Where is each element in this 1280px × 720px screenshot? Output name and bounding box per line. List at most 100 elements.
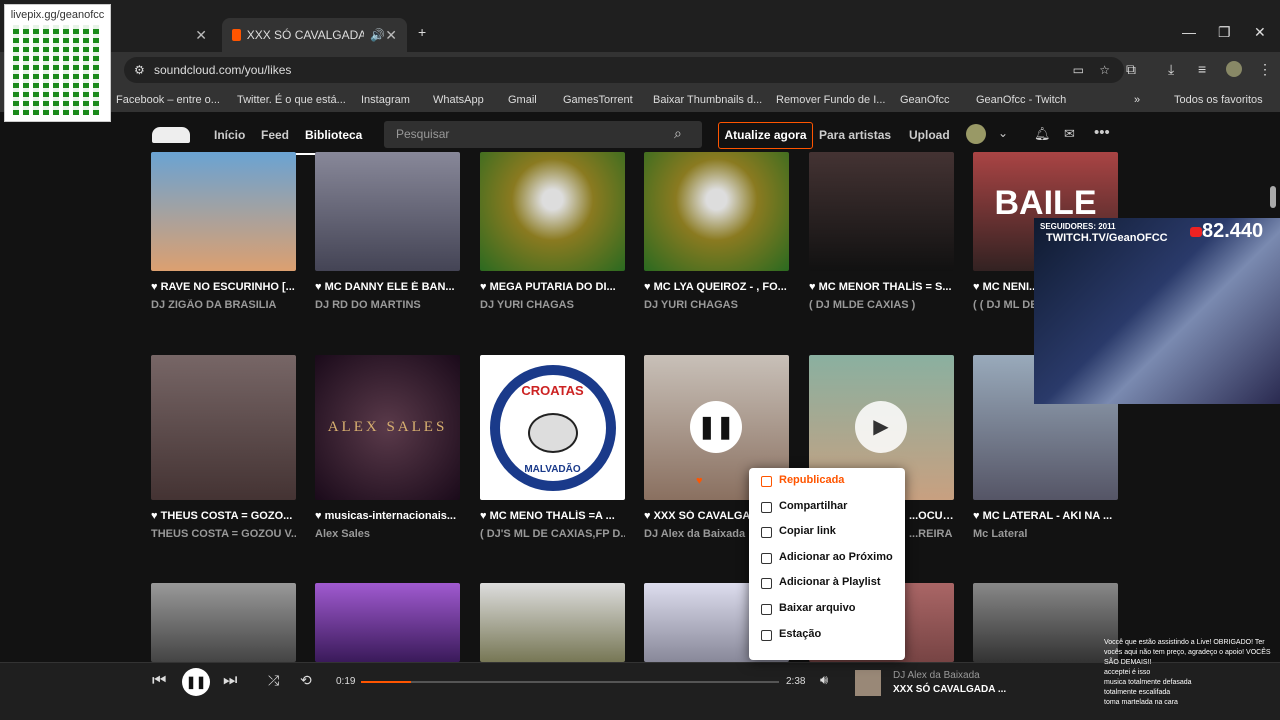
tab-active[interactable]: XXX SÓ CAVALGADA NO C... 🔊 ✕ xyxy=(222,18,407,52)
track-artist[interactable]: DJ YURI CHAGAS xyxy=(644,299,789,311)
menu-item-adicionar-playlist[interactable]: Adicionar à Playlist xyxy=(749,570,905,596)
close-window-icon[interactable]: ✕ xyxy=(1254,24,1266,41)
track-artwork[interactable] xyxy=(151,152,296,271)
track-card[interactable]: ♥ MC LYA QUEIROZ - , FO... DJ YURI CHAGA… xyxy=(644,152,789,311)
restore-icon[interactable]: ❐ xyxy=(1218,24,1231,41)
heart-icon[interactable]: ♥ xyxy=(644,281,654,293)
more-bookmarks-icon[interactable]: » xyxy=(1134,94,1140,106)
bookmark-whatsapp[interactable]: WhatsApp xyxy=(433,94,484,106)
extensions-icon[interactable]: ⧉ xyxy=(1126,61,1136,78)
profile-avatar[interactable] xyxy=(1226,61,1242,77)
track-card[interactable]: CROATAS MALVADÃO ♥ MC MENO THALÍS =A ...… xyxy=(480,355,625,540)
track-card[interactable]: ♥ THEUS COSTA = GOZO... THEUS COSTA = GO… xyxy=(151,355,296,540)
menu-item-estacao[interactable]: Estação xyxy=(749,622,905,648)
track-artist[interactable]: Mc Lateral xyxy=(973,528,1118,540)
track-artwork[interactable] xyxy=(480,583,625,662)
track-card[interactable]: ALEX SALES ♥ musicas-internacionais... A… xyxy=(315,355,460,540)
bookmark-facebook[interactable]: Facebook – entre o... xyxy=(116,94,220,106)
nav-upload[interactable]: Upload xyxy=(909,128,950,142)
shuffle-icon[interactable]: ⤮ xyxy=(268,672,279,689)
menu-item-copiar-link[interactable]: Copiar link xyxy=(749,519,905,545)
upgrade-button[interactable]: Atualize agora xyxy=(718,122,813,149)
bookmark-all-favorites[interactable]: Todos os favoritos xyxy=(1174,94,1263,106)
play-icon[interactable]: ▶ xyxy=(855,401,907,453)
next-icon[interactable]: ⏭ xyxy=(223,672,237,690)
media-icon[interactable]: ≡ xyxy=(1198,61,1206,77)
now-playing-title[interactable]: XXX SÓ CAVALGADA ... xyxy=(893,684,1006,695)
track-card[interactable]: ♥ RAVE NO ESCURINHO [... DJ ZIGÃO DA BRA… xyxy=(151,152,296,311)
track-artwork[interactable]: ALEX SALES xyxy=(315,355,460,500)
track-title[interactable]: ♥ MC LYA QUEIROZ - , FO... xyxy=(644,281,789,293)
progress-bar[interactable] xyxy=(361,681,779,683)
heart-icon[interactable]: ♥ xyxy=(696,475,703,487)
close-icon[interactable]: ✕ xyxy=(195,27,207,44)
url-field[interactable]: ⚙ soundcloud.com/you/likes ▭ ☆ xyxy=(124,57,1124,83)
tab-inactive[interactable]: ✕ xyxy=(112,18,217,52)
bookmark-geanofcc[interactable]: GeanOfcc xyxy=(900,94,950,106)
heart-icon[interactable]: ♥ xyxy=(315,281,325,293)
soundcloud-logo-icon[interactable] xyxy=(152,127,190,143)
heart-icon[interactable]: ♥ xyxy=(480,281,490,293)
track-title[interactable]: ♥ MC DANNY ELE É BAN... xyxy=(315,281,460,293)
volume-icon[interactable]: 🔊︎ xyxy=(820,672,828,688)
more-icon[interactable]: ••• xyxy=(1094,124,1110,141)
track-artwork[interactable] xyxy=(480,152,625,271)
browser-menu-icon[interactable]: ⋮ xyxy=(1258,61,1272,78)
site-settings-icon[interactable]: ⚙ xyxy=(134,57,145,83)
search-icon[interactable]: ⌕ xyxy=(674,125,682,142)
menu-item-compartilhar[interactable]: Compartilhar xyxy=(749,494,905,520)
menu-item-baixar-arquivo[interactable]: Baixar arquivo xyxy=(749,596,905,622)
now-playing-artist[interactable]: DJ Alex da Baixada xyxy=(893,670,980,681)
track-card[interactable]: ♥ MC MENOR THALÍS = S... ( DJ MLDE CAXIA… xyxy=(809,152,954,311)
heart-icon[interactable]: ♥ xyxy=(151,281,161,293)
bookmark-instagram[interactable]: Instagram xyxy=(361,94,410,106)
track-artist[interactable]: THEUS COSTA = GOZOU V... xyxy=(151,528,296,540)
track-artwork[interactable] xyxy=(151,355,296,500)
track-artist[interactable]: ( DJ MLDE CAXIAS ) xyxy=(809,299,954,311)
repeat-icon[interactable]: ⟲ xyxy=(300,672,312,689)
track-artist[interactable]: Alex Sales xyxy=(315,528,460,540)
track-title[interactable]: ♥ MC LATERAL - AKI NA ... xyxy=(973,510,1118,522)
nav-feed[interactable]: Feed xyxy=(261,128,289,142)
bookmark-gmail[interactable]: Gmail xyxy=(508,94,537,106)
track-artist[interactable]: DJ RD DO MARTINS xyxy=(315,299,460,311)
menu-item-republicada[interactable]: Republicada xyxy=(749,468,905,494)
track-artwork[interactable]: CROATAS MALVADÃO xyxy=(480,355,625,500)
chevron-down-icon[interactable]: ⌄ xyxy=(998,126,1008,140)
track-artist[interactable]: DJ YURI CHAGAS xyxy=(480,299,625,311)
track-artwork[interactable] xyxy=(809,152,954,271)
pause-icon[interactable]: ❚❚ xyxy=(690,401,742,453)
track-card[interactable]: ♥ MC DANNY ELE É BAN... DJ RD DO MARTINS xyxy=(315,152,460,311)
track-artwork[interactable] xyxy=(151,583,296,662)
heart-icon[interactable]: ♥ xyxy=(973,281,983,293)
nav-inicio[interactable]: Início xyxy=(214,128,245,142)
bookmark-gamestorrent[interactable]: GamesTorrent xyxy=(563,94,633,106)
track-title[interactable]: ♥ RAVE NO ESCURINHO [... xyxy=(151,281,296,293)
new-tab-icon[interactable]: + xyxy=(418,24,426,40)
search-input[interactable]: Pesquisar xyxy=(384,121,702,148)
heart-icon[interactable]: ♥ xyxy=(480,510,490,522)
mail-icon[interactable]: ✉ xyxy=(1064,126,1075,142)
track-artist[interactable]: DJ ZIGÃO DA BRASILIA xyxy=(151,299,296,311)
bookmark-twitter[interactable]: Twitter. É o que está... xyxy=(237,94,346,106)
bookmark-remover-fundo[interactable]: Remover Fundo de I... xyxy=(776,94,885,106)
track-card[interactable]: ♥ MEGA PUTARIA DO DI... DJ YURI CHAGAS xyxy=(480,152,625,311)
now-playing-artwork[interactable] xyxy=(855,670,881,696)
track-title[interactable]: ♥ THEUS COSTA = GOZO... xyxy=(151,510,296,522)
track-artwork[interactable] xyxy=(315,583,460,662)
track-title[interactable]: ♥ MC MENO THALÍS =A ... xyxy=(480,510,625,522)
install-icon[interactable]: ▭ xyxy=(1073,57,1084,83)
close-icon[interactable]: ✕ xyxy=(385,27,397,44)
heart-icon[interactable]: ♥ xyxy=(809,281,819,293)
bookmark-twitch[interactable]: GeanOfcc - Twitch xyxy=(976,94,1066,106)
heart-icon[interactable]: ♥ xyxy=(151,510,161,522)
track-title[interactable]: ♥ MEGA PUTARIA DO DI... xyxy=(480,281,625,293)
heart-icon[interactable]: ♥ xyxy=(973,510,983,522)
track-artist[interactable]: ( DJ'S ML DE CAXIAS,FP D... xyxy=(480,528,625,540)
track-title[interactable]: ♥ MC MENOR THALÍS = S... xyxy=(809,281,954,293)
nav-para-artistas[interactable]: Para artistas xyxy=(819,128,891,142)
bell-icon[interactable]: 🔔︎ xyxy=(1034,126,1051,142)
menu-item-adicionar-proximo[interactable]: Adicionar ao Próximo xyxy=(749,545,905,571)
track-artwork[interactable] xyxy=(315,152,460,271)
bookmark-thumbnails[interactable]: Baixar Thumbnails d... xyxy=(653,94,762,106)
